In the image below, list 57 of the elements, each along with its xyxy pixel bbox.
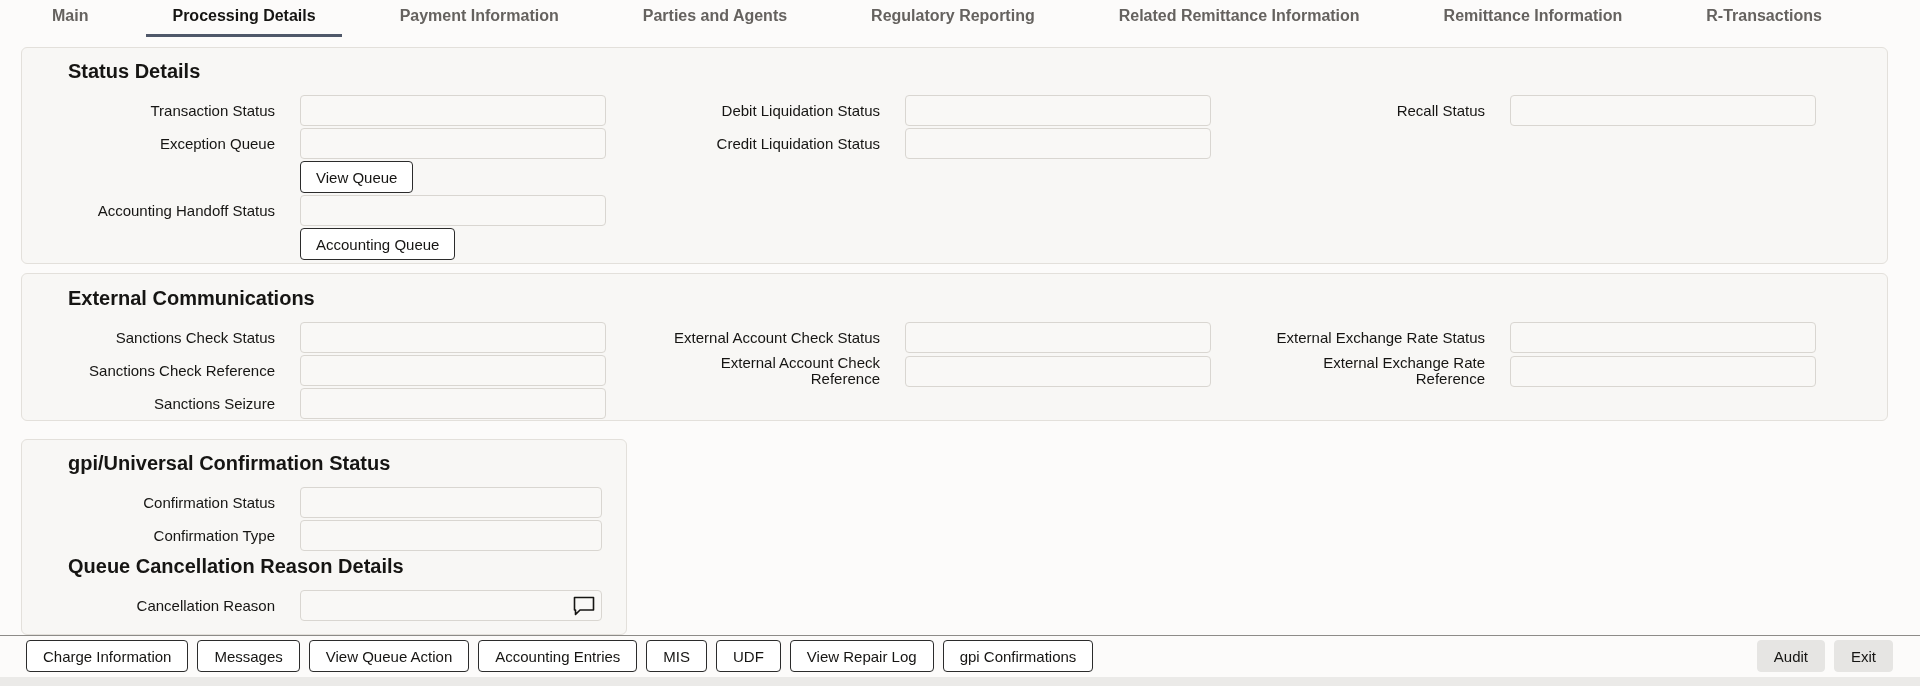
tab[interactable]: Related Remittance Information (1092, 0, 1386, 37)
section-heading: External Communications (68, 286, 315, 311)
field-label: Debit Liquidation Status (721, 102, 880, 119)
footer-button[interactable]: View Queue Action (308, 640, 470, 672)
tab[interactable]: Regulatory Reporting (845, 0, 1061, 37)
field-label: Sanctions Seizure (154, 395, 275, 412)
text-field[interactable] (300, 590, 602, 621)
text-field[interactable] (1510, 355, 1816, 387)
text-field[interactable] (300, 95, 606, 126)
text-field[interactable] (905, 95, 1211, 126)
footer-button[interactable]: UDF (716, 640, 781, 672)
text-field[interactable] (1510, 322, 1816, 353)
text-field[interactable] (905, 128, 1211, 159)
field-label: Cancellation Reason (136, 597, 275, 614)
text-field[interactable] (1510, 95, 1816, 126)
text-field[interactable] (300, 487, 602, 518)
text-field[interactable] (905, 355, 1211, 387)
speech-bubble-icon[interactable] (573, 595, 595, 616)
text-field[interactable] (300, 388, 606, 419)
tab[interactable]: Remittance Information (1417, 0, 1649, 37)
footer-button[interactable]: Messages (197, 640, 300, 672)
text-field[interactable] (300, 520, 602, 551)
tab[interactable]: Parties and Agents (616, 0, 814, 37)
field-label: External Account Check Status (674, 329, 880, 346)
section-heading: Status Details (68, 59, 201, 84)
action-button[interactable]: View Queue (300, 161, 414, 193)
field-label: Sanctions Check Status (115, 329, 275, 346)
footer-button[interactable]: Audit (1756, 640, 1825, 672)
text-field[interactable] (300, 355, 606, 386)
field-label: Confirmation Status (143, 494, 275, 511)
footer-button[interactable]: gpi Confirmations (942, 640, 1094, 672)
section-heading: gpi/Universal Confirmation Status (68, 451, 391, 476)
tab[interactable]: Processing Details (146, 0, 342, 37)
text-field[interactable] (300, 322, 606, 353)
section-heading: Queue Cancellation Reason Details (68, 554, 404, 579)
tab[interactable]: Main (26, 0, 115, 37)
footer-button[interactable]: MIS (646, 640, 707, 672)
footer-button[interactable]: Accounting Entries (478, 640, 638, 672)
field-label: Confirmation Type (153, 527, 275, 544)
field-label: External Exchange Rate Status (1276, 329, 1485, 346)
field-label: External Account Check Reference (719, 355, 880, 387)
field-label: Transaction Status (150, 102, 275, 119)
footer-button[interactable]: Exit (1834, 640, 1893, 672)
footer-button[interactable]: Charge Information (26, 640, 189, 672)
field-label: Accounting Handoff Status (97, 202, 275, 219)
text-field[interactable] (300, 128, 606, 159)
field-label: External Exchange Rate Reference (1322, 355, 1485, 387)
field-label: Recall Status (1396, 102, 1485, 119)
field-label: Credit Liquidation Status (716, 135, 880, 152)
field-label: Sanctions Check Reference (89, 362, 275, 379)
tab[interactable]: R-Transactions (1680, 0, 1848, 37)
tab[interactable]: Payment Information (373, 0, 585, 37)
field-label: Exception Queue (159, 135, 275, 152)
text-field[interactable] (300, 195, 606, 226)
action-button[interactable]: Accounting Queue (300, 228, 456, 260)
footer-button[interactable]: View Repair Log (789, 640, 934, 672)
text-field[interactable] (905, 322, 1211, 353)
